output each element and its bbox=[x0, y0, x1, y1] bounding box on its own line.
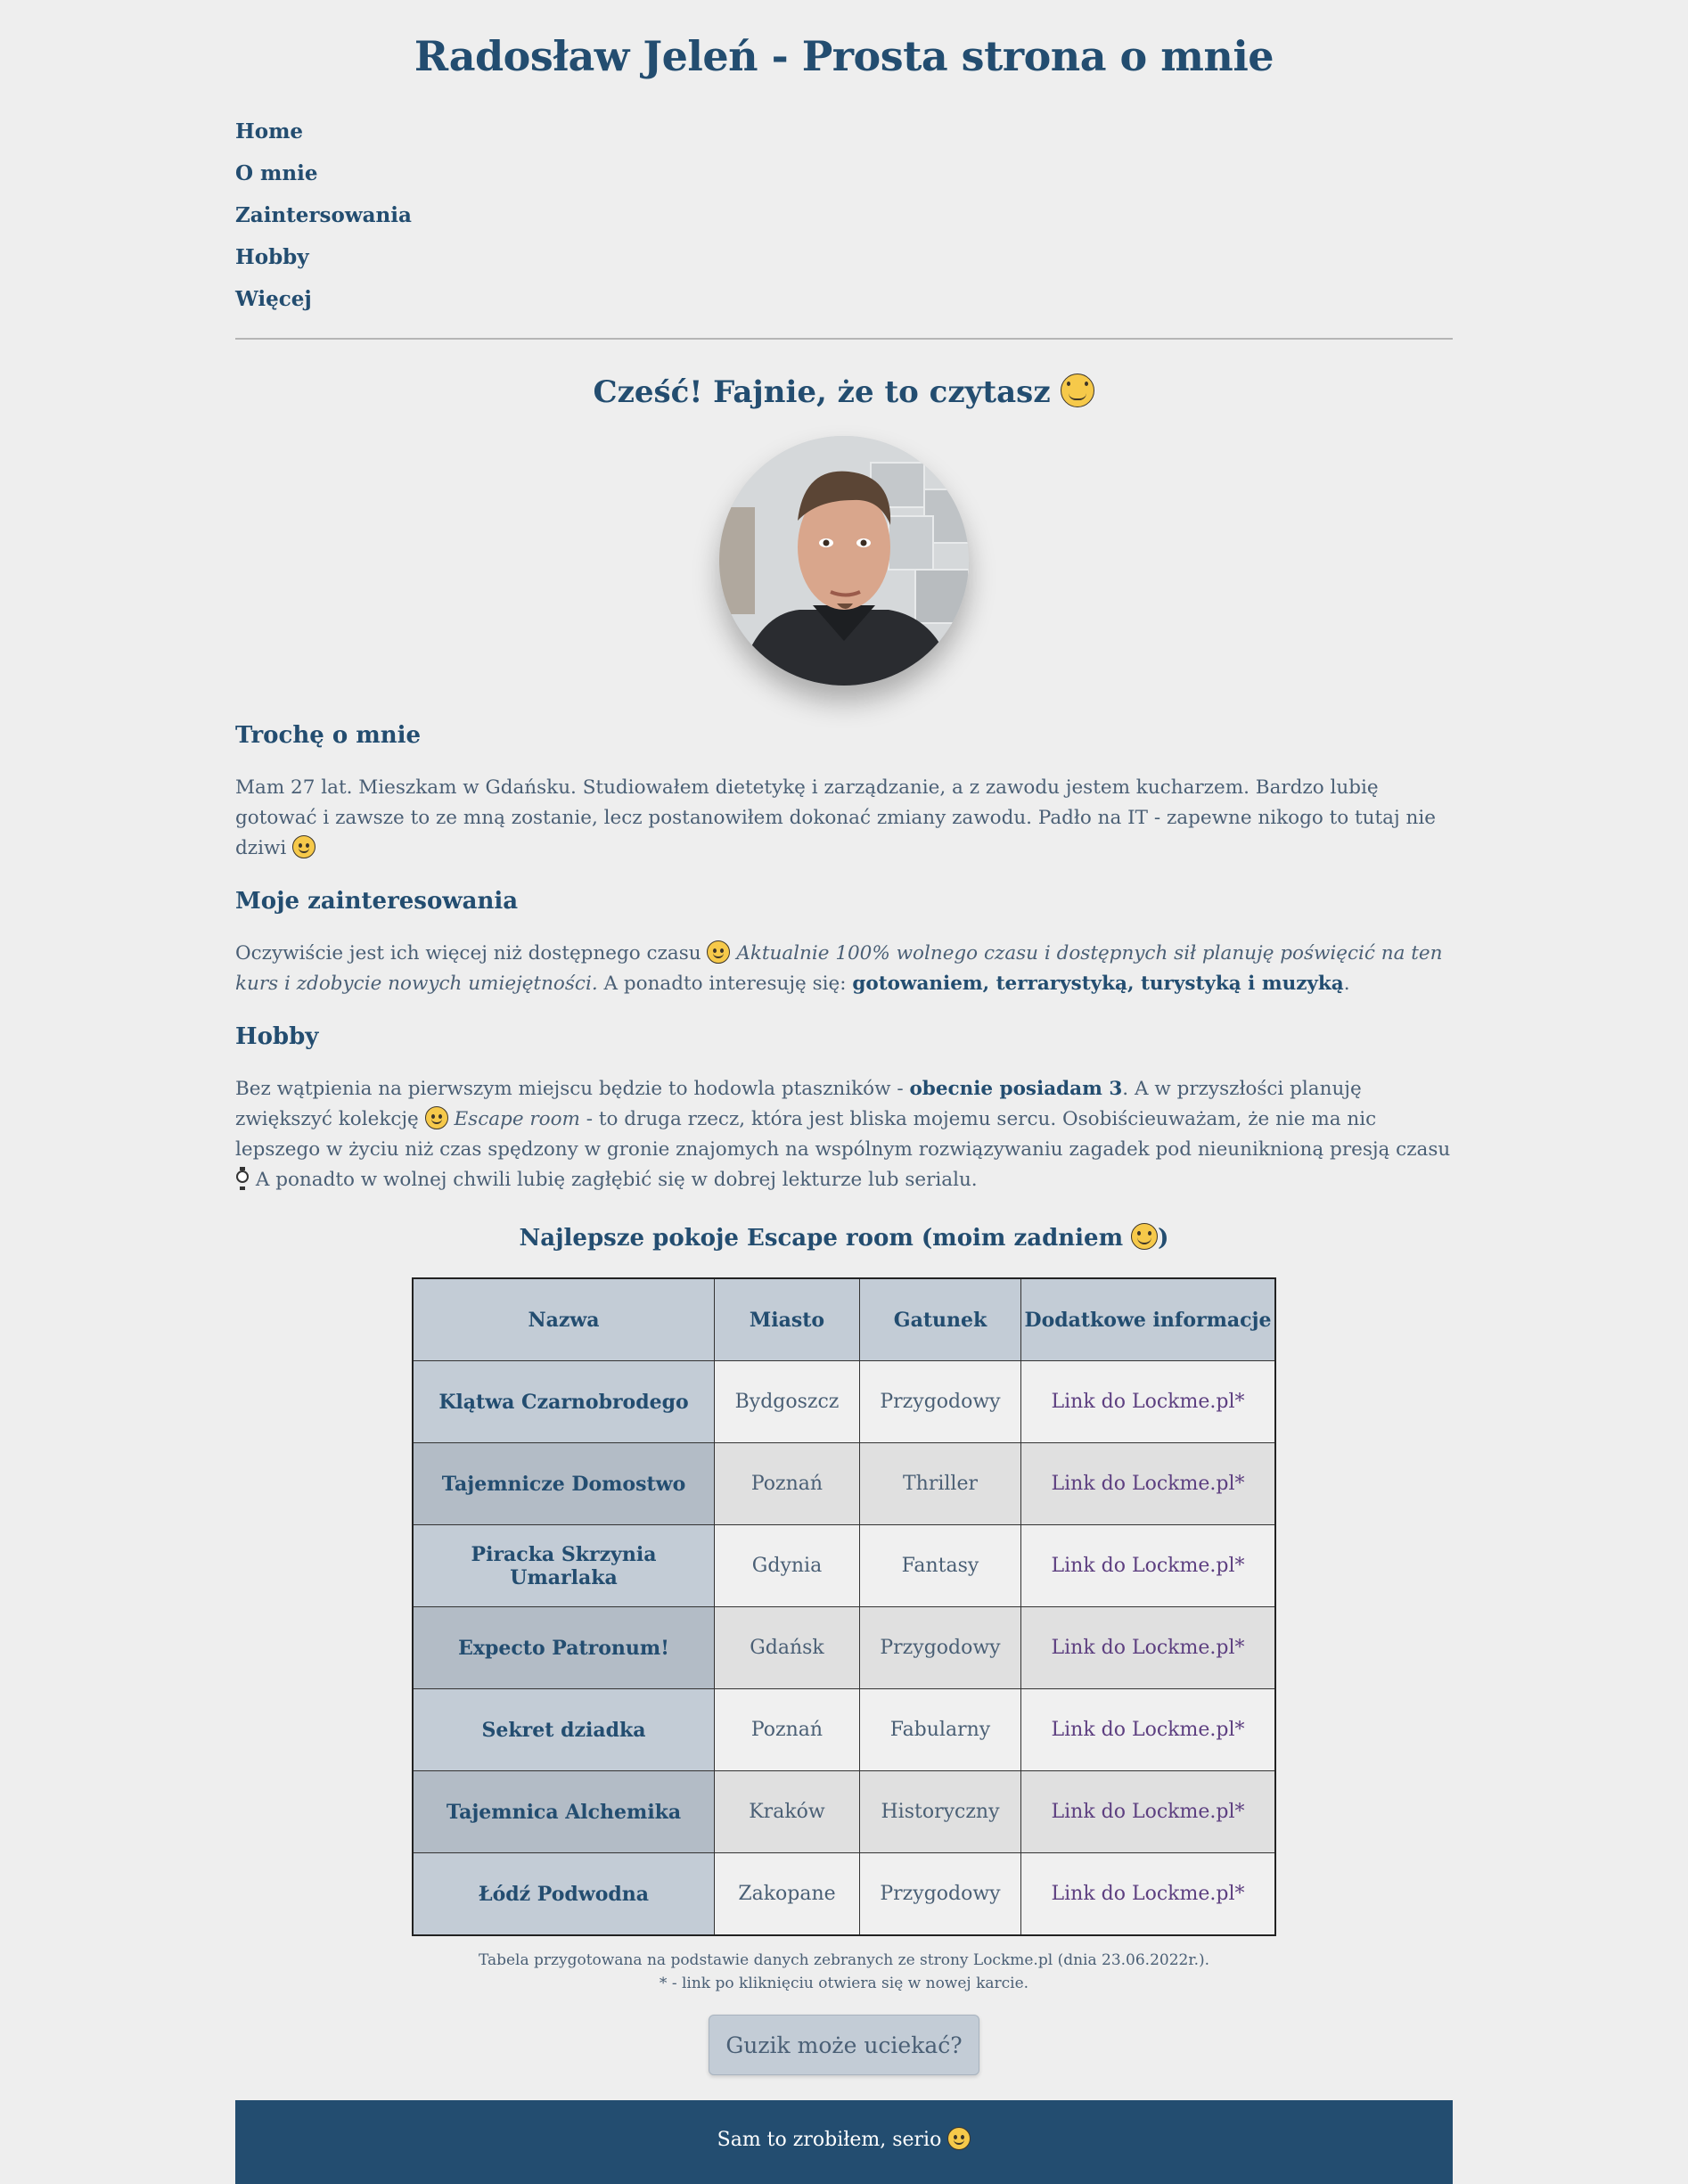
room-city: Gdynia bbox=[714, 1524, 860, 1607]
room-info: Link do Lockme.pl* bbox=[1020, 1688, 1276, 1771]
about-paragraph: Mam 27 lat. Mieszkam w Gdańsku. Studiowa… bbox=[235, 776, 1436, 859]
table-row: Sekret dziadka Poznań Fabularny Link do … bbox=[412, 1688, 1276, 1771]
lockme-link[interactable]: Link do Lockme.pl* bbox=[1052, 1473, 1245, 1495]
table-note: Tabela przygotowana na podstawie danych … bbox=[235, 1949, 1453, 1995]
table-link-note: * - link po kliknięciu otwiera się w now… bbox=[659, 1975, 1029, 1992]
winking-face-icon bbox=[292, 835, 316, 858]
hobby-text-1: Bez wątpienia na pierwszym miejscu będzi… bbox=[235, 1078, 904, 1100]
hobby-text: Bez wątpienia na pierwszym miejscu będzi… bbox=[235, 1074, 1453, 1195]
table-row: Tajemnica Alchemika Kraków Historyczny L… bbox=[412, 1770, 1276, 1853]
room-genre: Przygodowy bbox=[859, 1852, 1021, 1936]
footer: Sam to zrobiłem, serio bbox=[235, 2100, 1453, 2184]
escape-rooms-table: Nazwa Miasto Gatunek Dodatkowe informacj… bbox=[412, 1277, 1276, 1936]
room-city: Kraków bbox=[714, 1770, 860, 1853]
room-genre: Thriller bbox=[859, 1442, 1021, 1525]
table-row: Expecto Patronum! Gdańsk Przygodowy Link… bbox=[412, 1606, 1276, 1689]
profile-photo bbox=[719, 436, 969, 686]
column-header-name: Nazwa bbox=[412, 1277, 715, 1361]
table-row: Piracka Skrzynia Umarlaka Gdynia Fantasy… bbox=[412, 1524, 1276, 1607]
room-info: Link do Lockme.pl* bbox=[1020, 1606, 1276, 1689]
lockme-link[interactable]: Link do Lockme.pl* bbox=[1052, 1555, 1245, 1577]
interests-text-start: Oczywiście jest ich więcej niż dostępneg… bbox=[235, 942, 701, 965]
grinning-face-icon bbox=[707, 940, 731, 964]
room-city: Poznań bbox=[714, 1688, 860, 1771]
table-row: Łódź Podwodna Zakopane Przygodowy Link d… bbox=[412, 1852, 1276, 1936]
hobby-heading: Hobby bbox=[235, 1023, 319, 1050]
room-info: Link do Lockme.pl* bbox=[1020, 1770, 1276, 1853]
room-city: Poznań bbox=[714, 1442, 860, 1525]
room-genre: Fantasy bbox=[859, 1524, 1021, 1607]
table-source-note: Tabela przygotowana na podstawie danych … bbox=[478, 1951, 1210, 1969]
room-info: Link do Lockme.pl* bbox=[1020, 1442, 1276, 1525]
hobby-section: Hobby Bez wątpienia na pierwszym miejscu… bbox=[235, 1021, 1453, 1195]
room-info: Link do Lockme.pl* bbox=[1020, 1852, 1276, 1936]
nav-item-about[interactable]: O mnie bbox=[235, 152, 1453, 194]
page-title: Radosław Jeleń - Prosta strona o mnie bbox=[414, 32, 1274, 80]
interests-heading: Moje zainteresowania bbox=[235, 888, 519, 915]
room-name: Expecto Patronum! bbox=[412, 1606, 715, 1689]
room-name: Tajemnicze Domostwo bbox=[412, 1442, 715, 1525]
room-genre: Przygodowy bbox=[859, 1360, 1021, 1443]
room-info: Link do Lockme.pl* bbox=[1020, 1524, 1276, 1607]
interests-text-mid: A ponadto interesuję się: bbox=[603, 973, 847, 995]
lockme-link[interactable]: Link do Lockme.pl* bbox=[1052, 1719, 1245, 1741]
interests-text-end: . bbox=[1343, 973, 1350, 995]
about-heading: Trochę o mnie bbox=[235, 722, 422, 749]
hobby-text-5: A ponadto w wolnej chwili lubię zagłębić… bbox=[255, 1169, 978, 1191]
about-text: Mam 27 lat. Mieszkam w Gdańsku. Studiowa… bbox=[235, 773, 1453, 864]
greeting-text: Cześć! Fajnie, że to czytasz bbox=[593, 374, 1051, 410]
column-header-city: Miasto bbox=[714, 1277, 860, 1361]
table-header-row: Nazwa Miasto Gatunek Dodatkowe informacj… bbox=[412, 1277, 1276, 1361]
smiling-face-icon bbox=[424, 1106, 448, 1129]
nav-item-hobby[interactable]: Hobby bbox=[235, 236, 1453, 278]
greeting-heading: Cześć! Fajnie, że to czytasz bbox=[235, 372, 1453, 413]
avatar-container bbox=[235, 436, 1453, 686]
winking-face-icon bbox=[1131, 1223, 1159, 1250]
runaway-button[interactable]: Guzik może uciekać? bbox=[709, 2015, 979, 2075]
room-name: Sekret dziadka bbox=[412, 1688, 715, 1771]
nav-item-more[interactable]: Więcej bbox=[235, 278, 1453, 320]
watch-icon bbox=[235, 1167, 250, 1190]
interests-list: gotowaniem, terrarystyką, turystyką i mu… bbox=[852, 973, 1344, 995]
room-genre: Fabularny bbox=[859, 1688, 1021, 1771]
table-caption: Najlepsze pokoje Escape room (moim zadni… bbox=[235, 1220, 1453, 1256]
lockme-link[interactable]: Link do Lockme.pl* bbox=[1052, 1883, 1245, 1905]
table-row: Klątwa Czarnobrodego Bydgoszcz Przygodow… bbox=[412, 1360, 1276, 1443]
room-name: Piracka Skrzynia Umarlaka bbox=[412, 1524, 715, 1607]
about-section: Trochę o mnie Mam 27 lat. Mieszkam w Gda… bbox=[235, 719, 1453, 864]
grinning-face-icon bbox=[1061, 374, 1095, 407]
room-name: Łódź Podwodna bbox=[412, 1852, 715, 1936]
main-nav: Home O mnie Zaintersowania Hobby Więcej bbox=[235, 111, 1453, 320]
room-name: Tajemnica Alchemika bbox=[412, 1770, 715, 1853]
nav-item-home[interactable]: Home bbox=[235, 111, 1453, 152]
lockme-link[interactable]: Link do Lockme.pl* bbox=[1052, 1391, 1245, 1413]
interests-section: Moje zainteresowania Oczywiście jest ich… bbox=[235, 885, 1453, 999]
avatar bbox=[719, 436, 969, 686]
hobby-count: obecnie posiadam 3 bbox=[909, 1078, 1123, 1100]
button-container: Guzik może uciekać? bbox=[235, 2015, 1453, 2075]
nav-divider bbox=[235, 338, 1453, 340]
column-header-info: Dodatkowe informacje bbox=[1020, 1277, 1276, 1361]
footer-text: Sam to zrobiłem, serio bbox=[717, 2129, 942, 2151]
room-city: Gdańsk bbox=[714, 1606, 860, 1689]
grinning-face-icon bbox=[947, 2127, 971, 2150]
room-info: Link do Lockme.pl* bbox=[1020, 1360, 1276, 1443]
room-genre: Przygodowy bbox=[859, 1606, 1021, 1689]
nav-item-interests[interactable]: Zaintersowania bbox=[235, 194, 1453, 236]
room-name: Klątwa Czarnobrodego bbox=[412, 1360, 715, 1443]
room-city: Bydgoszcz bbox=[714, 1360, 860, 1443]
table-caption-end: ) bbox=[1158, 1225, 1169, 1252]
hobby-escape-room: Escape room bbox=[454, 1108, 580, 1130]
lockme-link[interactable]: Link do Lockme.pl* bbox=[1052, 1637, 1245, 1659]
interests-text: Oczywiście jest ich więcej niż dostępneg… bbox=[235, 939, 1453, 999]
column-header-genre: Gatunek bbox=[859, 1277, 1021, 1361]
table-row: Tajemnicze Domostwo Poznań Thriller Link… bbox=[412, 1442, 1276, 1525]
lockme-link[interactable]: Link do Lockme.pl* bbox=[1052, 1801, 1245, 1823]
room-genre: Historyczny bbox=[859, 1770, 1021, 1853]
table-caption-text: Najlepsze pokoje Escape room (moim zadni… bbox=[519, 1225, 1124, 1252]
room-city: Zakopane bbox=[714, 1852, 860, 1936]
